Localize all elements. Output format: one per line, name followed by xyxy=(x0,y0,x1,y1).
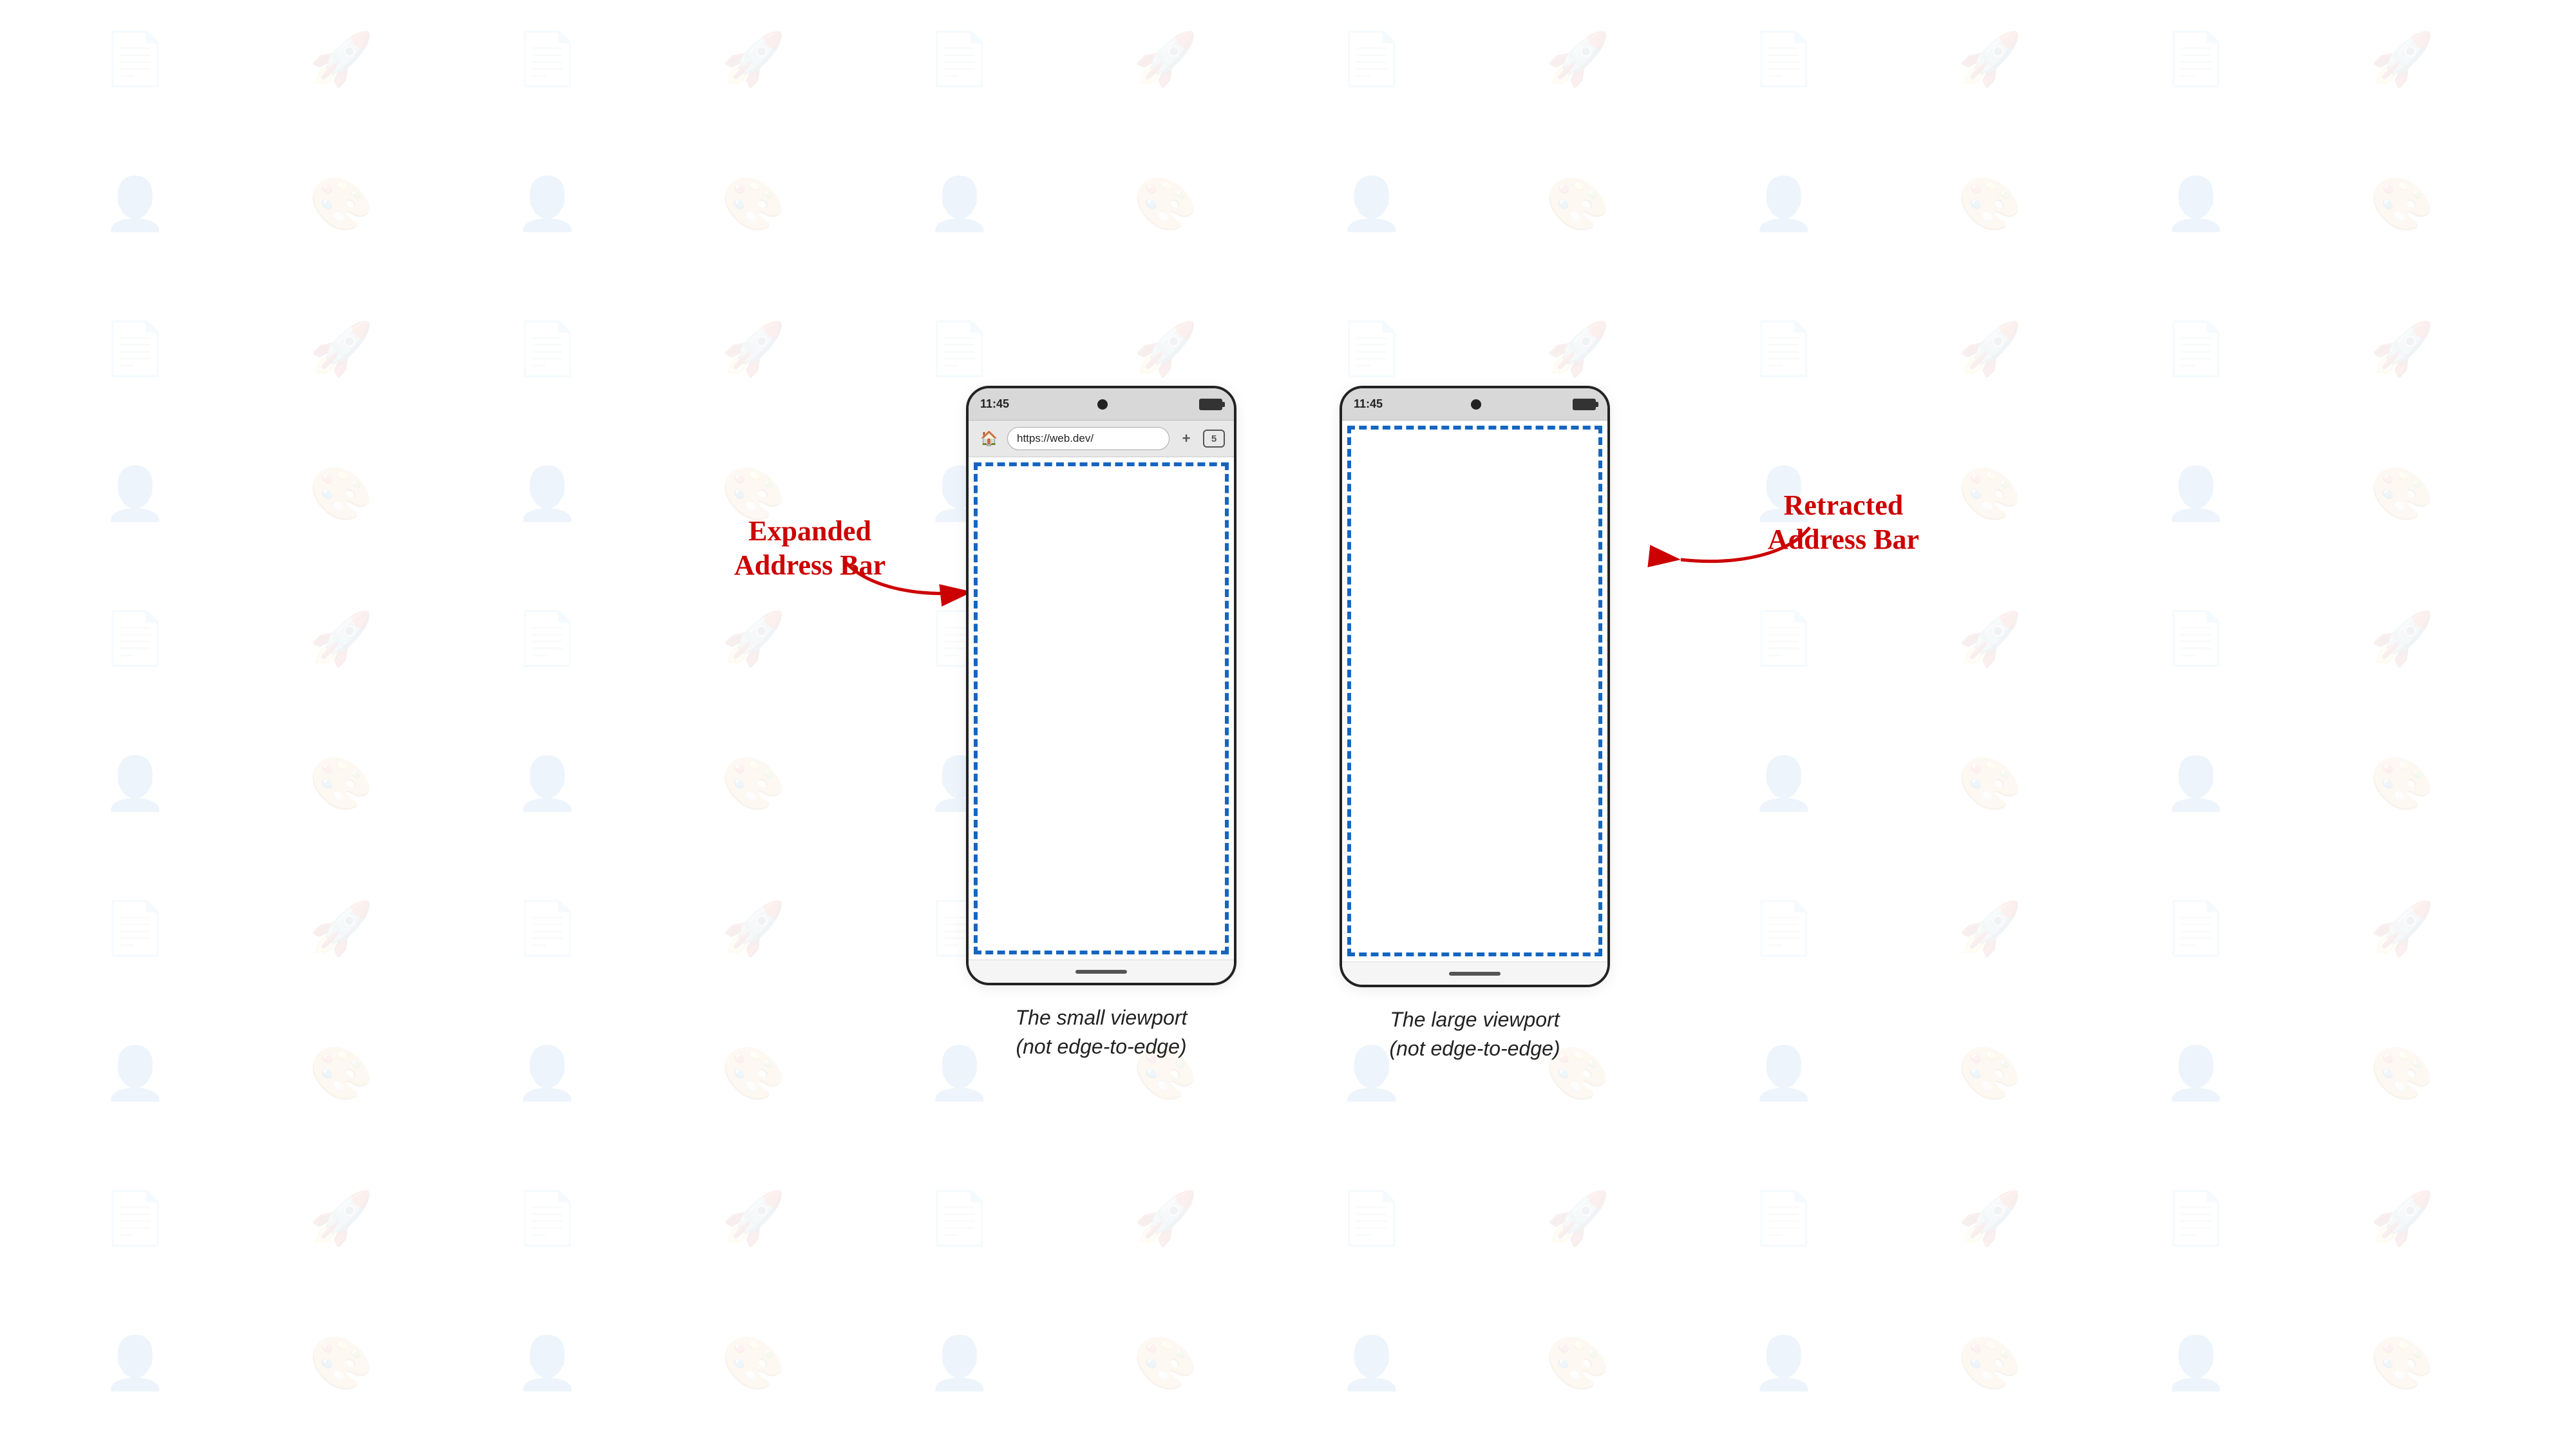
left-phone: 11:45 🏠 https://web.dev/ + 5 xyxy=(966,386,1236,985)
right-dashed-border xyxy=(1347,426,1602,956)
left-viewport xyxy=(969,457,1234,960)
left-status-time: 11:45 xyxy=(980,397,1009,411)
left-home-indicator xyxy=(1075,970,1127,974)
left-status-bar: 11:45 xyxy=(969,388,1234,421)
left-address-bar[interactable]: 🏠 https://web.dev/ + 5 xyxy=(969,421,1234,457)
expanded-address-bar-label: Expanded Address Bar xyxy=(734,515,886,583)
tabs-count-button[interactable]: 5 xyxy=(1203,430,1225,448)
right-phone-bottom xyxy=(1342,961,1607,985)
url-bar[interactable]: https://web.dev/ xyxy=(1007,427,1170,450)
right-viewport xyxy=(1342,421,1607,961)
right-phone: 11:45 xyxy=(1340,386,1610,987)
retracted-address-bar-label: Retracted Address Bar xyxy=(1768,489,1919,557)
right-phone-label: The large viewport (not edge-to-edge) xyxy=(1389,1005,1560,1063)
right-battery xyxy=(1569,399,1596,410)
right-status-time: 11:45 xyxy=(1354,397,1383,411)
home-button[interactable]: 🏠 xyxy=(978,427,1001,450)
add-tab-button[interactable]: + xyxy=(1176,428,1197,449)
right-battery-icon xyxy=(1573,399,1596,410)
left-dashed-border xyxy=(974,462,1229,954)
right-camera xyxy=(1471,399,1481,410)
right-status-bar: 11:45 xyxy=(1342,388,1607,421)
left-battery-icon xyxy=(1199,399,1222,410)
left-camera xyxy=(1097,399,1108,410)
main-content: Expanded Address Bar 11:45 xyxy=(0,0,2576,1449)
left-phone-bottom xyxy=(969,960,1234,983)
left-phone-label: The small viewport (not edge-to-edge) xyxy=(1016,1003,1188,1061)
url-text: https://web.dev/ xyxy=(1017,432,1094,445)
right-phone-wrapper: Retracted Address Bar 11:45 xyxy=(1340,386,1610,1063)
right-home-indicator xyxy=(1449,972,1501,976)
left-battery xyxy=(1195,399,1222,410)
right-arrow xyxy=(1662,515,1829,592)
left-phone-wrapper: Expanded Address Bar 11:45 xyxy=(966,386,1236,1061)
